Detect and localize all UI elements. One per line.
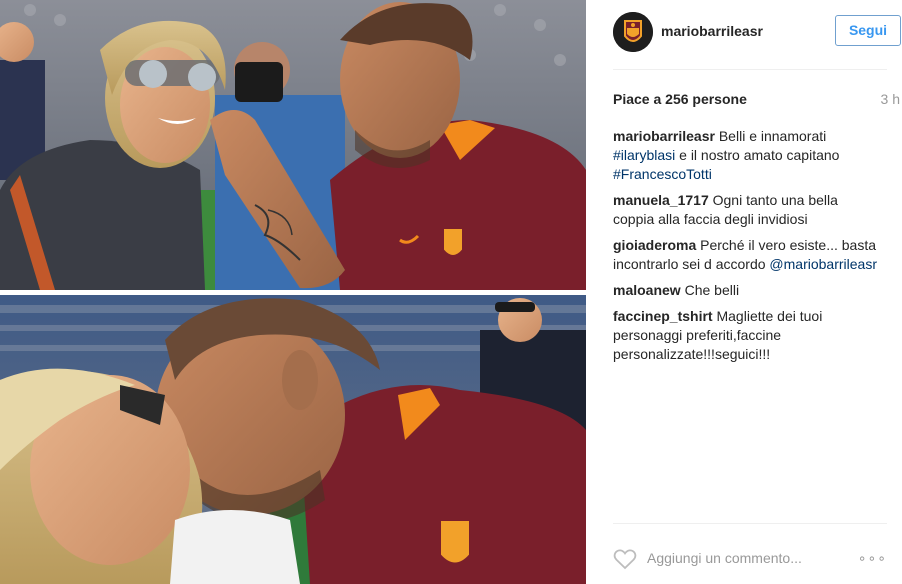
heart-outline-icon[interactable] xyxy=(613,548,637,570)
bottom-photo xyxy=(0,295,586,584)
post-timestamp[interactable]: 3 h xyxy=(881,91,900,107)
comment-item: gioiaderoma Perché il vero esiste... bas… xyxy=(613,236,883,274)
likes-count[interactable]: Piace a 256 persone xyxy=(613,91,747,107)
comment-item: maloanew Che belli xyxy=(613,281,883,300)
post-image-collage xyxy=(0,0,586,584)
comment-text: Che belli xyxy=(680,282,740,298)
likes-row: Piace a 256 persone 3 h xyxy=(613,91,902,109)
hashtag-link[interactable]: #FrancescoTotti xyxy=(613,165,883,184)
as-roma-crest-icon xyxy=(613,12,653,52)
hashtag-link[interactable]: #ilaryblasi xyxy=(613,147,675,163)
mention-link[interactable]: @mariobarrileasr xyxy=(769,256,877,272)
comments-list: mariobarrileasr Belli e innamorati #ilar… xyxy=(613,127,883,371)
comment-username[interactable]: maloanew xyxy=(613,282,681,298)
post-photo[interactable] xyxy=(0,0,586,584)
comment-text: e il nostro amato capitano xyxy=(675,147,840,163)
comment-item: manuela_1717 Ogni tanto una bella coppia… xyxy=(613,191,883,229)
top-photo xyxy=(0,0,586,290)
post-header: mariobarrileasr Segui xyxy=(613,0,901,70)
more-options-icon[interactable]: ∘∘∘ xyxy=(858,550,887,567)
comment-item: mariobarrileasr Belli e innamorati #ilar… xyxy=(613,127,883,184)
comment-username[interactable]: mariobarrileasr xyxy=(613,128,715,144)
author-username[interactable]: mariobarrileasr xyxy=(661,23,763,39)
comment-username[interactable]: manuela_1717 xyxy=(613,192,709,208)
comment-text: Belli e innamorati xyxy=(714,128,827,144)
add-comment-input[interactable]: Aggiungi un commento... xyxy=(647,550,802,566)
comment-item: faccinep_tshirt Magliette dei tuoi perso… xyxy=(613,307,883,364)
avatar[interactable] xyxy=(613,12,653,52)
comment-username[interactable]: faccinep_tshirt xyxy=(613,308,713,324)
post-sidebar: mariobarrileasr Segui Piace a 256 person… xyxy=(586,0,902,584)
comment-username[interactable]: gioiaderoma xyxy=(613,237,696,253)
comment-footer: Aggiungi un commento... ∘∘∘ xyxy=(613,523,887,584)
follow-button[interactable]: Segui xyxy=(835,15,901,46)
